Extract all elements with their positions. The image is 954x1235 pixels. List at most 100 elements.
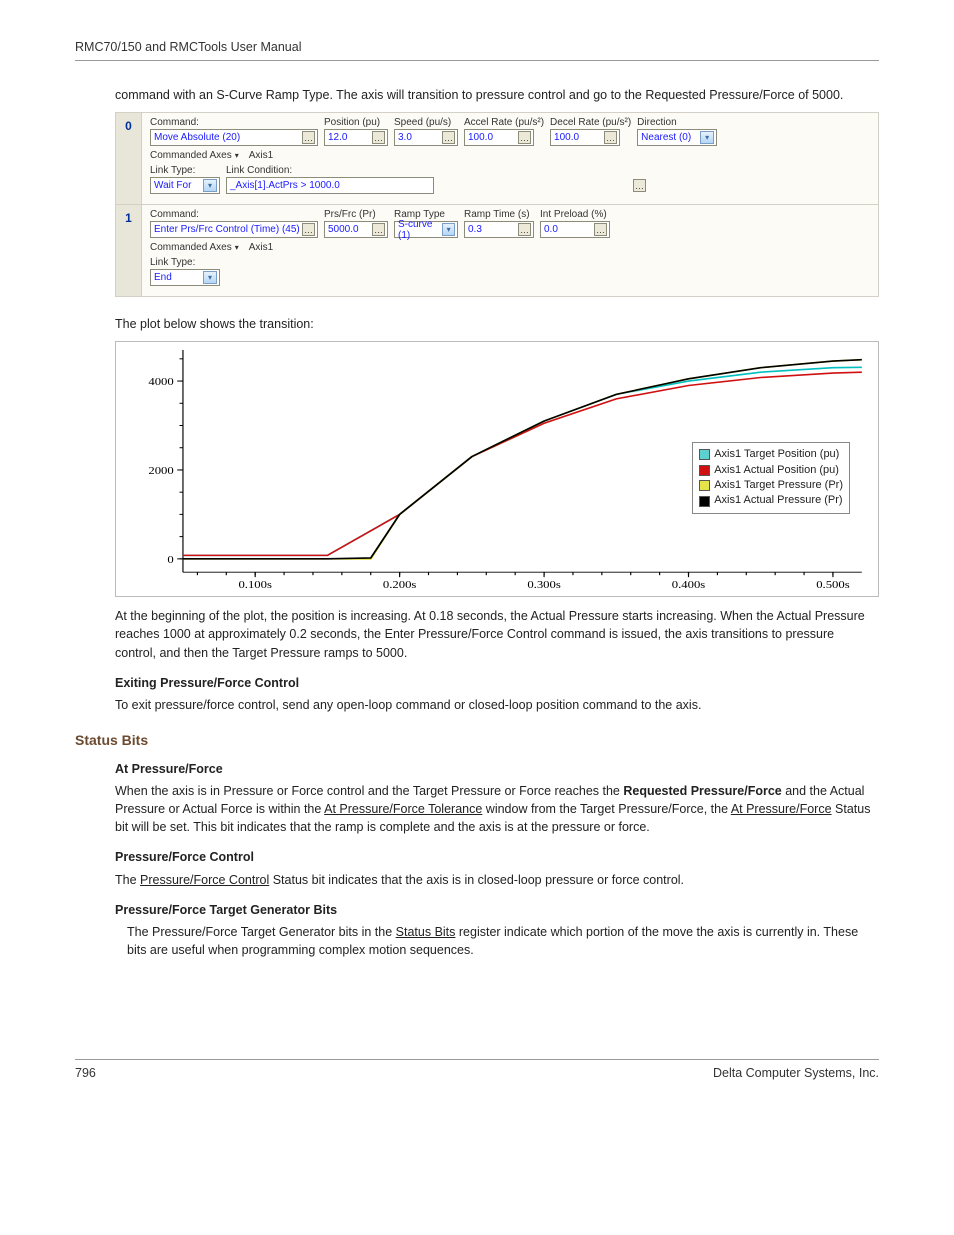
svg-text:2000: 2000 (148, 464, 173, 477)
pfc-heading: Pressure/Force Control (115, 848, 874, 866)
link-condition-input[interactable]: _Axis[1].ActPrs > 1000.0 (226, 177, 434, 194)
commanded-axes-dropdown[interactable]: Commanded Axes (150, 150, 239, 161)
svg-text:0.300s: 0.300s (527, 578, 561, 591)
legend-item: Axis1 Target Position (pu) (699, 447, 843, 462)
ellipsis-button[interactable]: … (372, 223, 385, 236)
steps-panel: 0 Command: Move Absolute (20) … Position (pu… (115, 112, 879, 297)
field-value: 0.0 (544, 224, 558, 235)
dropdown-icon[interactable] (442, 223, 455, 236)
ellipsis-button[interactable]: … (302, 131, 315, 144)
dropdown-icon[interactable] (203, 179, 217, 192)
field-input[interactable]: 0.3… (464, 221, 534, 238)
ellipsis-button[interactable]: … (302, 223, 315, 236)
svg-text:0.200s: 0.200s (383, 578, 417, 591)
svg-text:0.100s: 0.100s (238, 578, 272, 591)
field-input[interactable]: 3.0 … (394, 129, 458, 146)
step-number: 1 (116, 205, 142, 296)
pfc-link[interactable]: Pressure/Force Control (140, 873, 269, 887)
ellipsis-button[interactable]: … (518, 223, 531, 236)
footer-company: Delta Computer Systems, Inc. (713, 1066, 879, 1080)
ellipsis-button[interactable]: … (372, 131, 385, 144)
field-input[interactable]: 100.0 … (464, 129, 534, 146)
legend-label: Axis1 Target Position (pu) (714, 447, 839, 462)
field-label: Accel Rate (pu/s²) (464, 117, 544, 128)
svg-text:4000: 4000 (148, 375, 173, 388)
status-bits-heading: Status Bits (75, 732, 879, 748)
field-input[interactable]: Enter Prs/Frc Control (Time) (45)… (150, 221, 318, 238)
step-number: 0 (116, 113, 142, 204)
legend-swatch (699, 465, 710, 476)
tg-paragraph: The Pressure/Force Target Generator bits… (127, 923, 874, 959)
field-input[interactable]: 12.0 … (324, 129, 388, 146)
exit-paragraph: To exit pressure/force control, send any… (115, 696, 874, 714)
plot-intro: The plot below shows the transition: (115, 315, 874, 333)
dropdown-icon[interactable] (700, 131, 714, 144)
field-label: Ramp Time (s) (464, 209, 534, 220)
step-row: 1Command:Enter Prs/Frc Control (Time) (4… (116, 205, 878, 296)
field-value: Move Absolute (20) (154, 132, 240, 143)
at-pressure-paragraph: When the axis is in Pressure or Force co… (115, 782, 874, 836)
field-input[interactable]: 0.0 … (540, 221, 610, 238)
pfc-paragraph: The Pressure/Force Control Status bit in… (115, 871, 874, 889)
legend-label: Axis1 Actual Pressure (Pr) (714, 493, 842, 508)
requested-pf-term: Requested Pressure/Force (623, 784, 781, 798)
header-rule (75, 60, 879, 61)
legend-label: Axis1 Actual Position (pu) (714, 463, 839, 478)
field-input[interactable]: S-curve (1) (394, 221, 458, 238)
field-label: Command: (150, 209, 318, 220)
field-value: 12.0 (328, 132, 347, 143)
field-input[interactable]: 5000.0 … (324, 221, 388, 238)
doc-header-title: RMC70/150 and RMCTools User Manual (75, 40, 879, 54)
legend-item: Axis1 Actual Position (pu) (699, 463, 843, 478)
at-pressure-heading: At Pressure/Force (115, 760, 874, 778)
link-type-select[interactable]: End (150, 269, 220, 286)
tg-heading: Pressure/Force Target Generator Bits (115, 901, 874, 919)
plot-description: At the beginning of the plot, the positi… (115, 607, 874, 661)
link-type-label: Link Type: (150, 165, 220, 176)
text-span: Status bit indicates that the axis is in… (269, 873, 684, 887)
legend-swatch (699, 496, 710, 507)
field-value: 5000.0 (328, 224, 359, 235)
step-row: 0 Command: Move Absolute (20) … Position (pu… (116, 113, 878, 205)
ellipsis-button[interactable]: … (594, 223, 607, 236)
at-pf-tolerance-link[interactable]: At Pressure/Force Tolerance (324, 802, 482, 816)
svg-text:0.400s: 0.400s (672, 578, 706, 591)
field-value: S-curve (1) (398, 219, 442, 241)
legend-swatch (699, 480, 710, 491)
field-value: 100.0 (554, 132, 579, 143)
link-condition-label: Link Condition: (226, 165, 870, 176)
ellipsis-button[interactable]: … (442, 131, 455, 144)
ellipsis-button[interactable]: … (633, 179, 646, 192)
footer-rule (75, 1059, 879, 1060)
field-value: 100.0 (468, 132, 493, 143)
field-input[interactable]: Nearest (0) (637, 129, 717, 146)
field-label: Direction (637, 117, 717, 128)
at-pf-link[interactable]: At Pressure/Force (731, 802, 832, 816)
text-span: The (115, 873, 140, 887)
legend-label: Axis1 Target Pressure (Pr) (714, 478, 843, 493)
svg-text:0: 0 (167, 553, 173, 566)
dropdown-icon[interactable] (203, 271, 217, 284)
field-value: 3.0 (398, 132, 412, 143)
text-span: The Pressure/Force Target Generator bits… (127, 925, 396, 939)
transition-plot: 0200040000.100s0.200s0.300s0.400s0.500s … (115, 341, 879, 597)
commanded-axes-dropdown[interactable]: Commanded Axes (150, 242, 239, 253)
field-label: Command: (150, 117, 318, 128)
commanded-axes-value: Axis1 (249, 242, 273, 253)
commanded-axes-value: Axis1 (249, 150, 273, 161)
text-span: When the axis is in Pressure or Force co… (115, 784, 623, 798)
ellipsis-button[interactable]: … (604, 131, 617, 144)
legend-swatch (699, 449, 710, 460)
field-input[interactable]: Move Absolute (20) … (150, 129, 318, 146)
field-input[interactable]: 100.0 … (550, 129, 620, 146)
field-label: Decel Rate (pu/s²) (550, 117, 631, 128)
field-label: Position (pu) (324, 117, 388, 128)
field-value: Enter Prs/Frc Control (Time) (45) (154, 224, 300, 235)
field-label: Speed (pu/s) (394, 117, 458, 128)
field-value: Nearest (0) (641, 132, 691, 143)
ellipsis-button[interactable]: … (518, 131, 531, 144)
text-span: window from the Target Pressure/Force, t… (482, 802, 731, 816)
status-bits-link[interactable]: Status Bits (396, 925, 456, 939)
legend-item: Axis1 Actual Pressure (Pr) (699, 493, 843, 508)
link-type-select[interactable]: Wait For (150, 177, 220, 194)
